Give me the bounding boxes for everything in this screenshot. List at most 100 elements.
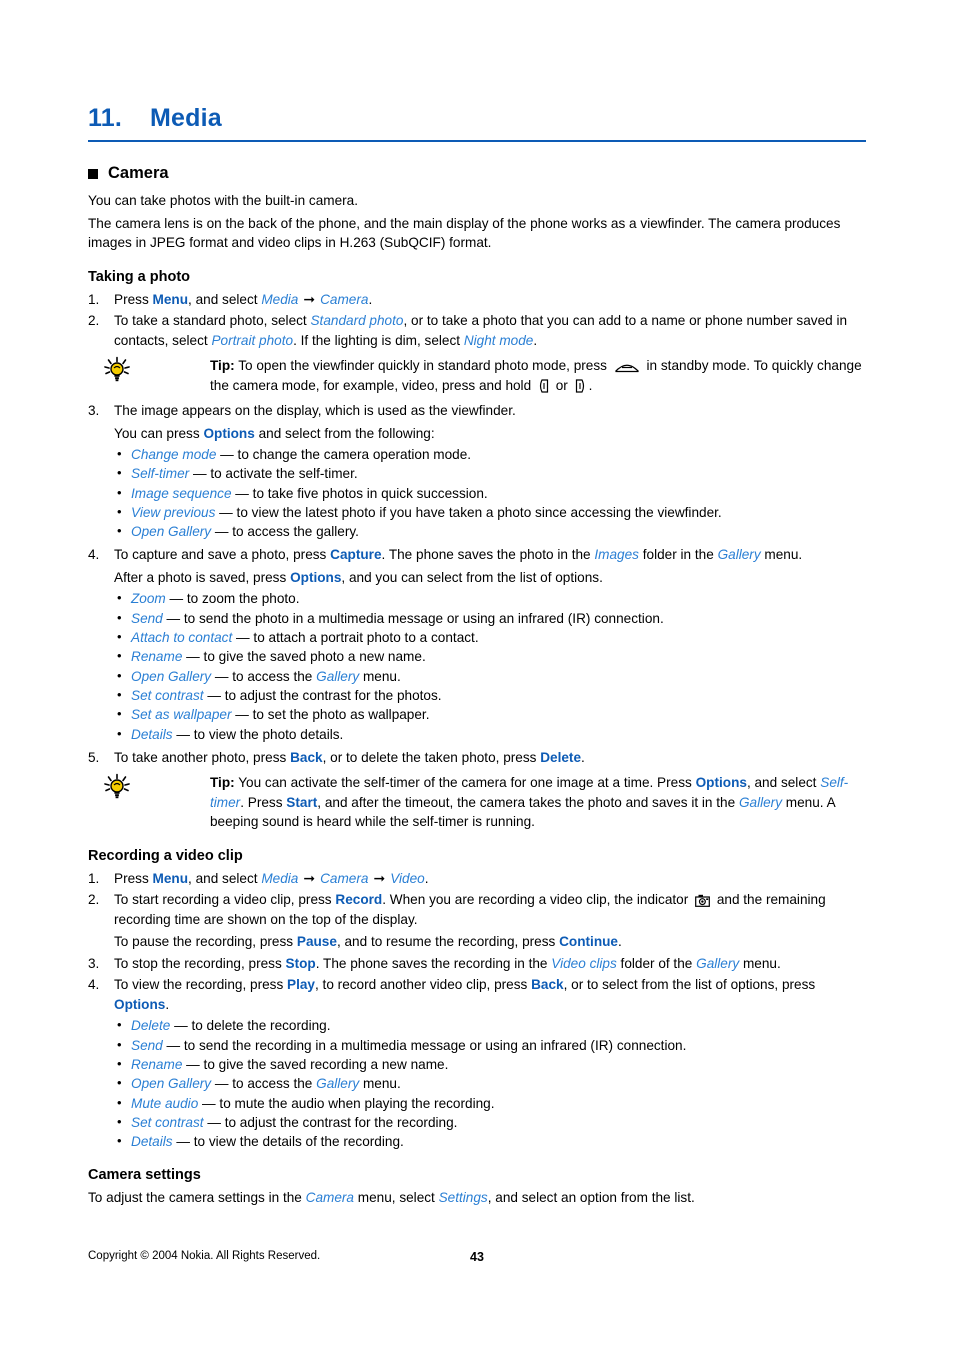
saved-photo-options-list: Zoom — to zoom the photo. Send — to send…	[114, 588, 866, 744]
tip-icon-container	[88, 356, 210, 395]
option-desc: menu.	[359, 668, 401, 684]
step-text: , to record another video clip, press	[315, 977, 532, 993]
step-number: 3.	[88, 403, 100, 418]
option-desc: — to send the photo in a multimedia mess…	[162, 610, 664, 626]
recording-video-steps: 1. Press Menu, and select Media ➞ Camera ➞ V…	[88, 869, 866, 1152]
subheading-camera-settings: Camera settings	[88, 1167, 201, 1184]
command-record: Record	[335, 892, 383, 908]
step-text: . If the lighting is dim, select	[293, 332, 464, 348]
step-item: 2. To take a standard photo, select Stan…	[88, 311, 866, 350]
list-item: Self-timer — to activate the self-timer.	[114, 463, 866, 483]
page-footer: Copyright © 2004 Nokia. All Rights Reser…	[88, 1250, 866, 1266]
menu-item-settings: Settings	[438, 1190, 488, 1206]
option-name: Self-timer	[131, 466, 190, 482]
menu-item-standard-photo: Standard photo	[310, 313, 404, 328]
list-item: Change mode — to change the camera opera…	[114, 444, 866, 464]
option-name: Send	[131, 1037, 163, 1053]
command-menu: Menu	[152, 291, 189, 307]
list-item: Image sequence — to take five photos in …	[114, 483, 866, 503]
lightbulb-icon	[104, 774, 130, 799]
list-item: Open Gallery — to access the Gallery men…	[114, 666, 866, 686]
copyright-notice: Copyright © 2004 Nokia. All Rights Reser…	[88, 1250, 321, 1262]
option-desc: — to give the saved photo a new name.	[182, 649, 426, 665]
step-text: To stop the recording, press	[114, 955, 286, 971]
step-text: , and you can select from the list of op…	[341, 569, 603, 585]
option-desc: — to take five photos in quick successio…	[231, 485, 488, 501]
step-substatement: After a photo is saved, press Options, a…	[114, 568, 866, 588]
menu-item-gallery: Gallery	[738, 794, 783, 810]
option-desc: — to activate the self-timer.	[189, 466, 358, 482]
list-item: Open Gallery — to access the gallery.	[114, 521, 866, 541]
settings-text: To adjust the camera settings in the	[88, 1190, 306, 1206]
menu-item-gallery: Gallery	[717, 547, 761, 563]
step-text: , and to resume the recording, press	[336, 934, 560, 950]
option-desc: — to view the photo details.	[172, 726, 344, 742]
chapter-number: 11.	[88, 104, 122, 132]
option-name: Open Gallery	[131, 668, 212, 684]
list-item: Set contrast — to adjust the contrast fo…	[114, 685, 866, 705]
scroll-up-key-icon	[614, 364, 639, 373]
step-text: menu.	[760, 547, 803, 563]
section-heading-camera: Camera	[88, 164, 866, 183]
tip-block-self-timer: Tip: You can activate the self-timer of …	[88, 773, 866, 832]
option-desc: — to delete the recording.	[170, 1018, 331, 1034]
option-name: Set contrast	[131, 687, 204, 703]
option-desc: — to change the camera operation mode.	[216, 447, 472, 462]
command-options: Options	[114, 996, 166, 1012]
step-text: To take another photo, press	[114, 749, 291, 765]
step-number: 1.	[88, 291, 100, 307]
menu-item-gallery: Gallery	[316, 668, 360, 684]
command-options: Options	[695, 775, 747, 791]
camera-intro-2: The camera lens is on the back of the ph…	[88, 215, 841, 251]
menu-item-night-mode: Night mode	[463, 332, 534, 348]
command-play: Play	[287, 977, 315, 993]
step-text: The image appears on the display, which …	[114, 403, 516, 418]
settings-text: , and select an option from the list.	[487, 1190, 695, 1206]
arrow-icon: ➞	[373, 869, 386, 886]
option-desc: menu.	[359, 1076, 401, 1092]
tip-block-viewfinder: Tip: To open the viewfinder quickly in s…	[88, 356, 866, 395]
option-name: Change mode	[131, 447, 217, 462]
chapter-title-text: Media	[150, 104, 222, 132]
step-text: To pause the recording, press	[114, 934, 297, 950]
command-capture: Capture	[330, 547, 382, 563]
list-item: Rename — to give the saved photo a new n…	[114, 646, 866, 666]
menu-item-gallery: Gallery	[316, 1076, 360, 1092]
command-options: Options	[290, 569, 342, 585]
step-text: Press	[114, 291, 153, 307]
menu-item-portrait-photo: Portrait photo	[211, 332, 294, 348]
tip-text: Tip: To open the viewfinder quickly in s…	[210, 356, 866, 395]
step-text: . The phone saves the recording in the	[315, 955, 552, 971]
step-number: 5.	[88, 749, 100, 765]
tip-sentence: To open the viewfinder quickly in standa…	[234, 358, 611, 373]
tip-sentence: or	[551, 377, 572, 393]
tip-sentence: , and after the timeout, the camera take…	[317, 794, 739, 810]
tip-label: Tip:	[210, 775, 235, 791]
step-item: 1. Press Menu, and select Media ➞ Camera ➞ V…	[88, 869, 866, 889]
option-name: Send	[131, 610, 163, 626]
step-item: 4. To view the recording, press Play, to…	[88, 975, 866, 1151]
step-number: 2.	[88, 313, 100, 328]
taking-photo-steps: 1. Press Menu, and select Media ➞ Camera . …	[88, 290, 866, 351]
option-name: Details	[131, 726, 173, 742]
option-desc: — to view the details of the recording.	[172, 1134, 404, 1150]
option-desc: — to view the latest photo if you have t…	[215, 504, 722, 520]
option-name: Open Gallery	[131, 1076, 212, 1092]
menu-item-video-clips: Video clips	[551, 955, 617, 971]
step-item: 3. The image appears on the display, whi…	[88, 401, 866, 541]
option-desc: — to zoom the photo.	[165, 591, 300, 607]
subheading-recording-a-video-clip: Recording a video clip	[88, 847, 243, 864]
list-item: Details — to view the photo details.	[114, 724, 866, 744]
arrow-icon: ➞	[303, 290, 316, 307]
step-text: , or to delete the taken photo, press	[322, 749, 541, 765]
step-substatement: To pause the recording, press Pause, and…	[114, 932, 866, 952]
camera-settings-text: To adjust the camera settings in the Cam…	[88, 1188, 866, 1208]
recording-options-list: Delete — to delete the recording. Send —…	[114, 1015, 866, 1151]
step-item: 1. Press Menu, and select Media ➞ Camera.	[88, 290, 866, 310]
step-text: .	[165, 996, 170, 1012]
command-pause: Pause	[296, 934, 337, 950]
step-item: 5. To take another photo, press Back, or…	[88, 748, 866, 768]
list-item: View previous — to view the latest photo…	[114, 502, 866, 522]
lightbulb-icon	[104, 356, 130, 382]
step-text: To view the recording, press	[114, 977, 288, 993]
